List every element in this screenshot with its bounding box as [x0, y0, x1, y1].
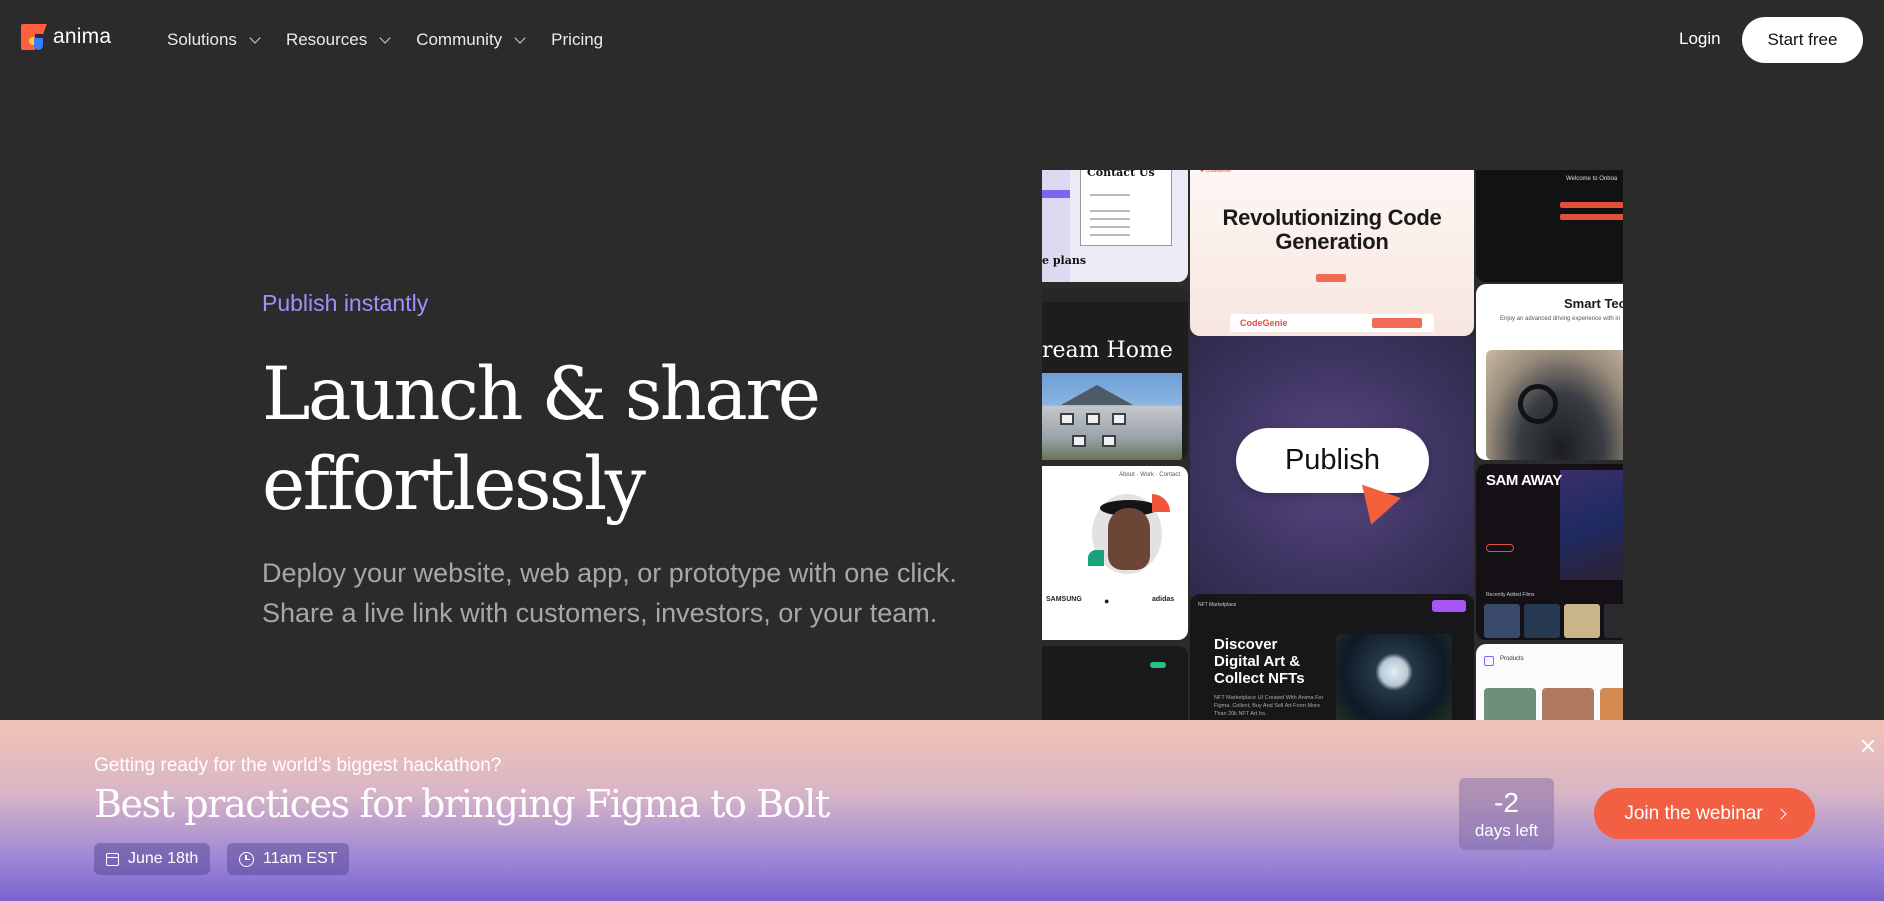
products-label: Products [1500, 656, 1524, 662]
top-nav: anima Solutions Resources Community Pric… [0, 0, 1884, 80]
chevron-right-icon [1775, 807, 1787, 820]
contact-us-template-tile: Contact Us e plans [1042, 170, 1188, 282]
webinar-banner: Getting ready for the world’s biggest ha… [0, 720, 1884, 901]
banner-kicker: Getting ready for the world’s biggest ha… [94, 755, 502, 776]
menu-item-solutions[interactable]: Solutions [167, 30, 261, 50]
hero-headline: Launch & share effortlessly [262, 350, 962, 530]
date-chip: June 18th [94, 843, 211, 875]
menu-item-label: Community [416, 30, 503, 49]
product-thumb [1542, 688, 1594, 720]
template-collage: Contact Us e plans ream Home About · Wor… [1042, 170, 1623, 720]
recent-films-label: Recently Added Films [1486, 592, 1535, 598]
hero-eyebrow: Publish instantly [262, 290, 429, 316]
time-chip-label: 11am EST [263, 850, 338, 867]
chevron-down-icon [249, 31, 261, 44]
countdown-number: -2 [1494, 787, 1519, 818]
nft-description: NFT Marketplace UI Created With Anima Fo… [1214, 695, 1324, 717]
brand-logo-adidas: adidas [1152, 596, 1175, 603]
menu-item-resources[interactable]: Resources [285, 30, 391, 50]
headline-line-1: Launch & share [262, 352, 821, 437]
codegenie-template-tile: ✱ CodeGenie Revolutionizing Code Generat… [1190, 170, 1474, 336]
products-template-tile: Products [1476, 644, 1623, 720]
publish-button: Publish [1236, 428, 1429, 493]
house-image [1042, 373, 1182, 460]
onboarding-template-tile: Welcome to Onboa [1476, 170, 1623, 282]
dream-home-template-tile: ream Home [1042, 288, 1188, 460]
menu-item-pricing[interactable]: Pricing [551, 30, 603, 50]
calendar-icon [106, 852, 119, 866]
film-thumb [1484, 604, 1520, 638]
join-webinar-label: Join the webinar [1624, 802, 1763, 824]
nft-artwork-image [1336, 634, 1452, 720]
time-chip: 11am EST [227, 843, 350, 875]
nft-marketplace-tile: NFT Marketplace Discover Digital Art & C… [1190, 594, 1474, 720]
dark-dashboard-tile [1042, 646, 1188, 720]
chevron-down-icon [379, 31, 391, 44]
anima-logo[interactable]: anima [21, 24, 111, 50]
subtitle-line-1: Deploy your website, web app, or prototy… [262, 558, 957, 588]
codegen-brand: CodeGenie [1240, 318, 1288, 328]
nft-title-line-2: Digital Art & [1214, 653, 1301, 670]
portrait-image [1108, 508, 1150, 570]
countdown-label: days left [1474, 821, 1539, 840]
apple-icon: ● [1104, 596, 1110, 606]
steering-wheel-icon [1518, 384, 1558, 424]
menu-item-community[interactable]: Community [416, 30, 526, 50]
dream-home-title: ream Home [1042, 338, 1173, 363]
smart-title: Smart Tec [1564, 296, 1623, 311]
contact-title: Contact Us [1087, 170, 1155, 179]
codegen-headline: Revolutionizing Code Generation [1222, 205, 1442, 254]
login-link[interactable]: Login [1679, 29, 1721, 49]
smart-tech-template-tile: Smart Tec Enjoy an advanced driving expe… [1476, 284, 1623, 460]
nft-nav: NFT Marketplace [1198, 602, 1237, 608]
plans-text: e plans [1042, 254, 1087, 267]
nft-title-line-1: Discover [1214, 636, 1278, 653]
film-thumb [1564, 604, 1600, 638]
smart-desc: Enjoy an advanced driving experience wit… [1500, 316, 1621, 322]
headline-line-2: effortlessly [262, 442, 646, 527]
join-webinar-button[interactable]: Join the webinar [1594, 788, 1815, 839]
portfolio-template-tile: About · Work · Contact SAMSUNG ● adidas [1042, 466, 1188, 640]
logo-text: anima [53, 25, 112, 48]
countdown-box: -2 days left [1459, 778, 1554, 850]
menu-item-label: Resources [285, 30, 368, 49]
product-thumb [1600, 688, 1623, 720]
app-logo-icon [1484, 656, 1494, 666]
film-thumb [1524, 604, 1560, 638]
poster-image [1560, 470, 1623, 580]
close-icon[interactable] [1860, 738, 1876, 754]
menu-item-label: Pricing [551, 30, 604, 49]
product-thumb [1484, 688, 1536, 720]
anima-logo-mark-icon [21, 24, 47, 50]
main-menu: Solutions Resources Community Pricing [167, 0, 630, 80]
sam-away-title: SAM AWAY [1486, 472, 1562, 489]
chevron-down-icon [514, 31, 526, 44]
welcome-text: Welcome to Onboa [1566, 176, 1618, 182]
brand-logo-samsung: SAMSUNG [1046, 596, 1082, 603]
nft-title: Discover Digital Art & Collect NFTs [1214, 636, 1305, 687]
nft-title-line-3: Collect NFTs [1214, 670, 1305, 687]
menu-item-label: Solutions [167, 30, 237, 49]
subtitle-line-2: Share a live link with customers, invest… [262, 598, 938, 628]
film-thumb [1604, 604, 1623, 638]
start-free-button[interactable]: Start free [1742, 17, 1863, 63]
sam-away-template-tile: SAM AWAY Recently Added Films [1476, 464, 1623, 640]
banner-title: Best practices for bringing Figma to Bol… [94, 782, 830, 826]
hero-subtitle: Deploy your website, web app, or prototy… [262, 553, 1022, 633]
clock-icon [239, 851, 254, 867]
date-chip-label: June 18th [128, 850, 199, 867]
